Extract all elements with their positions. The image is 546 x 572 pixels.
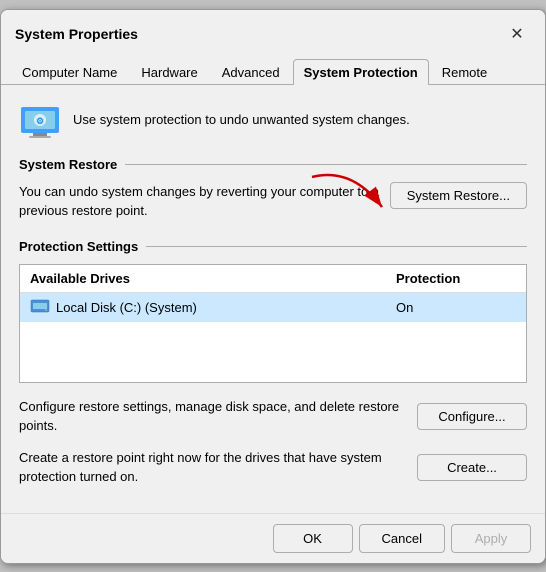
column-drive-header: Available Drives xyxy=(30,271,396,286)
tab-bar: Computer Name Hardware Advanced System P… xyxy=(1,52,545,85)
create-description: Create a restore point right now for the… xyxy=(19,448,407,487)
configure-button[interactable]: Configure... xyxy=(417,403,527,430)
arrow-indicator xyxy=(302,167,392,227)
tab-advanced[interactable]: Advanced xyxy=(211,59,291,85)
ok-button[interactable]: OK xyxy=(273,524,353,553)
system-restore-header: System Restore xyxy=(19,157,527,172)
column-protection-header: Protection xyxy=(396,271,516,286)
drive-protection-status: On xyxy=(396,300,516,315)
drive-icon xyxy=(30,298,50,317)
restore-button-container: System Restore... xyxy=(390,182,527,209)
system-properties-dialog: System Properties ✕ Computer Name Hardwa… xyxy=(0,9,546,564)
system-icon: ⚙ xyxy=(19,99,61,141)
system-restore-section: System Restore You can undo system chang… xyxy=(19,157,527,221)
protection-settings-title: Protection Settings xyxy=(19,239,138,254)
tab-computer-name[interactable]: Computer Name xyxy=(11,59,128,85)
title-bar: System Properties ✕ xyxy=(1,10,545,48)
protection-section-divider xyxy=(146,246,527,247)
tab-remote[interactable]: Remote xyxy=(431,59,499,85)
protection-settings-section: Protection Settings Available Drives Pro… xyxy=(19,239,527,383)
system-restore-title: System Restore xyxy=(19,157,117,172)
cancel-button[interactable]: Cancel xyxy=(359,524,445,553)
drives-table: Available Drives Protection Local Disk (… xyxy=(19,264,527,383)
tab-hardware[interactable]: Hardware xyxy=(130,59,208,85)
close-button[interactable]: ✕ xyxy=(503,20,531,48)
system-restore-button[interactable]: System Restore... xyxy=(390,182,527,209)
content-area: ⚙ Use system protection to undo unwanted… xyxy=(1,85,545,513)
table-empty-area xyxy=(20,322,526,382)
create-row: Create a restore point right now for the… xyxy=(19,448,527,487)
table-row[interactable]: Local Disk (C:) (System) On xyxy=(20,293,526,322)
restore-content: You can undo system changes by reverting… xyxy=(19,182,527,221)
configure-description: Configure restore settings, manage disk … xyxy=(19,397,407,436)
tab-system-protection[interactable]: System Protection xyxy=(293,59,429,85)
info-box: ⚙ Use system protection to undo unwanted… xyxy=(19,99,527,141)
section-divider xyxy=(125,164,527,165)
drive-name: Local Disk (C:) (System) xyxy=(30,298,396,317)
table-header: Available Drives Protection xyxy=(20,265,526,293)
dialog-footer: OK Cancel Apply xyxy=(1,513,545,563)
dialog-title: System Properties xyxy=(15,26,138,42)
info-text: Use system protection to undo unwanted s… xyxy=(73,112,410,127)
protection-settings-header: Protection Settings xyxy=(19,239,527,254)
apply-button[interactable]: Apply xyxy=(451,524,531,553)
svg-text:⚙: ⚙ xyxy=(36,116,44,126)
configure-row: Configure restore settings, manage disk … xyxy=(19,397,527,436)
create-button[interactable]: Create... xyxy=(417,454,527,481)
